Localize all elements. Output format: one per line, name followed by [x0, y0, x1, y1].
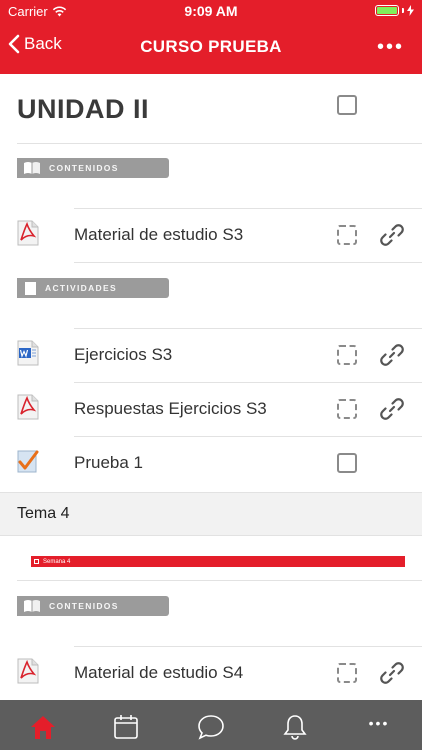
- battery-indicator: [375, 5, 414, 16]
- completion-checkbox[interactable]: [337, 399, 357, 419]
- week-banner: Semana 4: [31, 556, 405, 567]
- top-bar: Carrier 9:09 AM Back CURSO PRUEBA •••: [0, 0, 422, 74]
- course-content[interactable]: UNIDAD II CONTENIDOS Material de estudio…: [0, 74, 422, 700]
- calendar-icon[interactable]: [111, 713, 141, 741]
- item-label: Material de estudio S4: [74, 663, 244, 682]
- more-tab-button[interactable]: •••: [364, 715, 394, 743]
- tab-bar: •••: [0, 700, 422, 750]
- completion-checkbox[interactable]: [337, 663, 357, 683]
- book-icon: [24, 600, 40, 612]
- topic-header[interactable]: Tema 4: [0, 492, 422, 536]
- link-icon[interactable]: [379, 660, 405, 686]
- pdf-icon: [17, 394, 39, 420]
- link-icon[interactable]: [379, 222, 405, 248]
- section-header-contenidos: CONTENIDOS: [17, 158, 169, 178]
- topic-label: Tema 4: [17, 505, 70, 522]
- divider: [74, 262, 422, 263]
- list-item[interactable]: Ejercicios S3: [0, 328, 422, 382]
- item-label: Respuestas Ejercicios S3: [74, 399, 267, 418]
- section-label: CONTENIDOS: [49, 601, 119, 611]
- home-icon[interactable]: [28, 713, 58, 741]
- word-icon: [17, 340, 39, 366]
- quiz-icon: [17, 450, 39, 473]
- divider: [17, 580, 422, 581]
- unit-checkbox[interactable]: [337, 95, 357, 115]
- charging-bolt-icon: [407, 5, 414, 16]
- list-item[interactable]: Prueba 1: [0, 436, 422, 490]
- status-bar: Carrier 9:09 AM: [0, 0, 422, 22]
- pdf-icon: [17, 220, 39, 246]
- banner-icon: [34, 559, 39, 564]
- completion-checkbox[interactable]: [337, 453, 357, 473]
- battery-icon: [375, 5, 399, 16]
- battery-cap: [402, 8, 404, 13]
- item-label: Material de estudio S3: [74, 225, 244, 244]
- more-options-button[interactable]: •••: [377, 36, 404, 59]
- item-label: Prueba 1: [74, 453, 143, 472]
- page-title: CURSO PRUEBA: [140, 37, 282, 56]
- section-header-contenidos: CONTENIDOS: [17, 596, 169, 616]
- link-icon[interactable]: [379, 342, 405, 368]
- list-item[interactable]: Material de estudio S3: [0, 208, 422, 262]
- status-time: 9:09 AM: [184, 3, 238, 19]
- bell-icon[interactable]: [280, 713, 310, 741]
- list-item[interactable]: Respuestas Ejercicios S3: [0, 382, 422, 436]
- divider: [17, 143, 422, 144]
- completion-checkbox[interactable]: [337, 345, 357, 365]
- section-header-actividades: ACTIVIDADES: [17, 278, 169, 298]
- pdf-icon: [17, 658, 39, 684]
- banner-label: Semana 4: [43, 558, 71, 565]
- item-label: Ejercicios S3: [74, 345, 173, 364]
- unit-title: UNIDAD II: [17, 94, 149, 124]
- battery-level: [377, 7, 397, 14]
- book-icon: [24, 162, 40, 174]
- chat-icon[interactable]: [196, 713, 226, 741]
- unit-header: UNIDAD II: [0, 74, 422, 144]
- list-item[interactable]: Material de estudio S4: [0, 646, 422, 700]
- completion-checkbox[interactable]: [337, 225, 357, 245]
- nav-bar: Back CURSO PRUEBA •••: [0, 22, 422, 74]
- section-label: ACTIVIDADES: [45, 283, 117, 293]
- document-icon: [25, 281, 36, 295]
- section-label: CONTENIDOS: [49, 163, 119, 173]
- link-icon[interactable]: [379, 396, 405, 422]
